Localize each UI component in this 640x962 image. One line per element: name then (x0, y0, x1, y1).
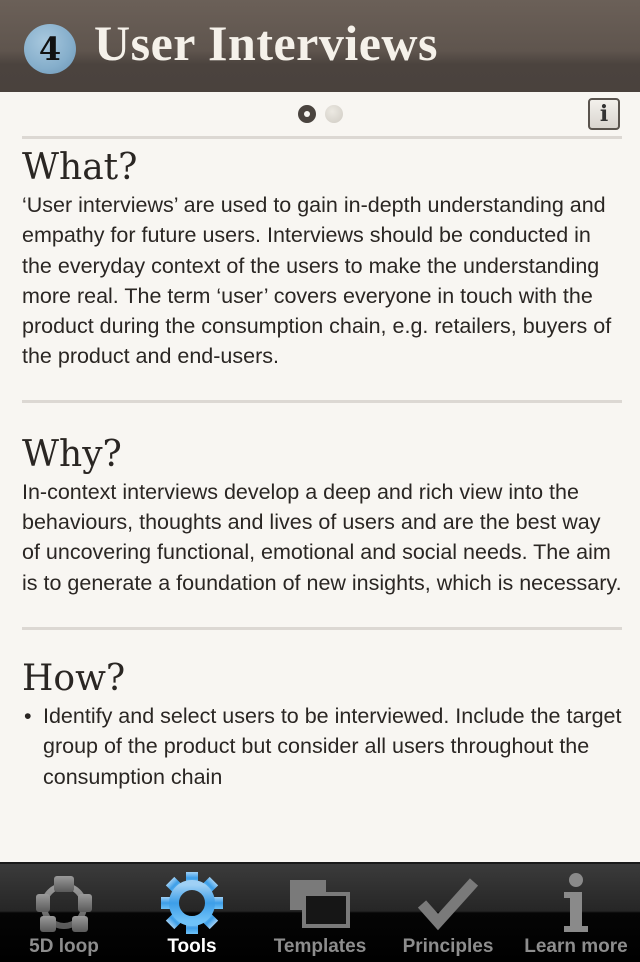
how-list: Identify and select users to be intervie… (22, 701, 622, 793)
section-heading: What? (22, 147, 138, 188)
header-bar: 4 User Interviews (0, 0, 640, 92)
section-what: What? ‘User interviews’ are used to gain… (22, 139, 622, 372)
tab-learn-more[interactable]: Learn more (512, 864, 640, 962)
page-title: User Interviews (94, 15, 438, 71)
loop-icon (36, 876, 92, 932)
content-scroll-area[interactable]: What? ‘User interviews’ are used to gain… (22, 136, 622, 792)
page-indicator[interactable] (298, 105, 343, 123)
checkmark-icon (417, 878, 479, 931)
tab-tools[interactable]: Tools (128, 864, 256, 962)
templates-icon (290, 880, 350, 928)
gear-icon (161, 872, 223, 934)
info-icon: i (599, 101, 609, 127)
tab-bar: 5D loop Tools Templates Principles Learn… (0, 862, 640, 962)
page-dot-1-active[interactable] (298, 105, 316, 123)
tab-principles[interactable]: Principles (384, 864, 512, 962)
tab-label: Principles (402, 936, 494, 957)
section-heading: How? (22, 657, 126, 699)
tab-label: Learn more (524, 936, 628, 957)
page-dot-2[interactable] (325, 105, 343, 123)
info-icon (564, 873, 588, 932)
section-heading: Why? (22, 433, 122, 475)
section-why: Why? In-context interviews develop a dee… (22, 403, 622, 598)
tab-templates[interactable]: Templates (256, 864, 384, 962)
section-body: ‘User interviews’ are used to gain in-de… (22, 193, 612, 369)
list-item: Identify and select users to be intervie… (22, 701, 622, 793)
info-button[interactable]: i (588, 98, 620, 130)
tab-label: 5D loop (29, 936, 99, 957)
section-how: How? Identify and select users to be int… (22, 630, 622, 793)
section-body: In-context interviews develop a deep and… (22, 479, 622, 595)
step-number-badge: 4 (24, 24, 76, 74)
tab-label: Tools (167, 936, 217, 957)
tab-5d-loop[interactable]: 5D loop (0, 864, 128, 962)
tab-label: Templates (273, 936, 367, 957)
